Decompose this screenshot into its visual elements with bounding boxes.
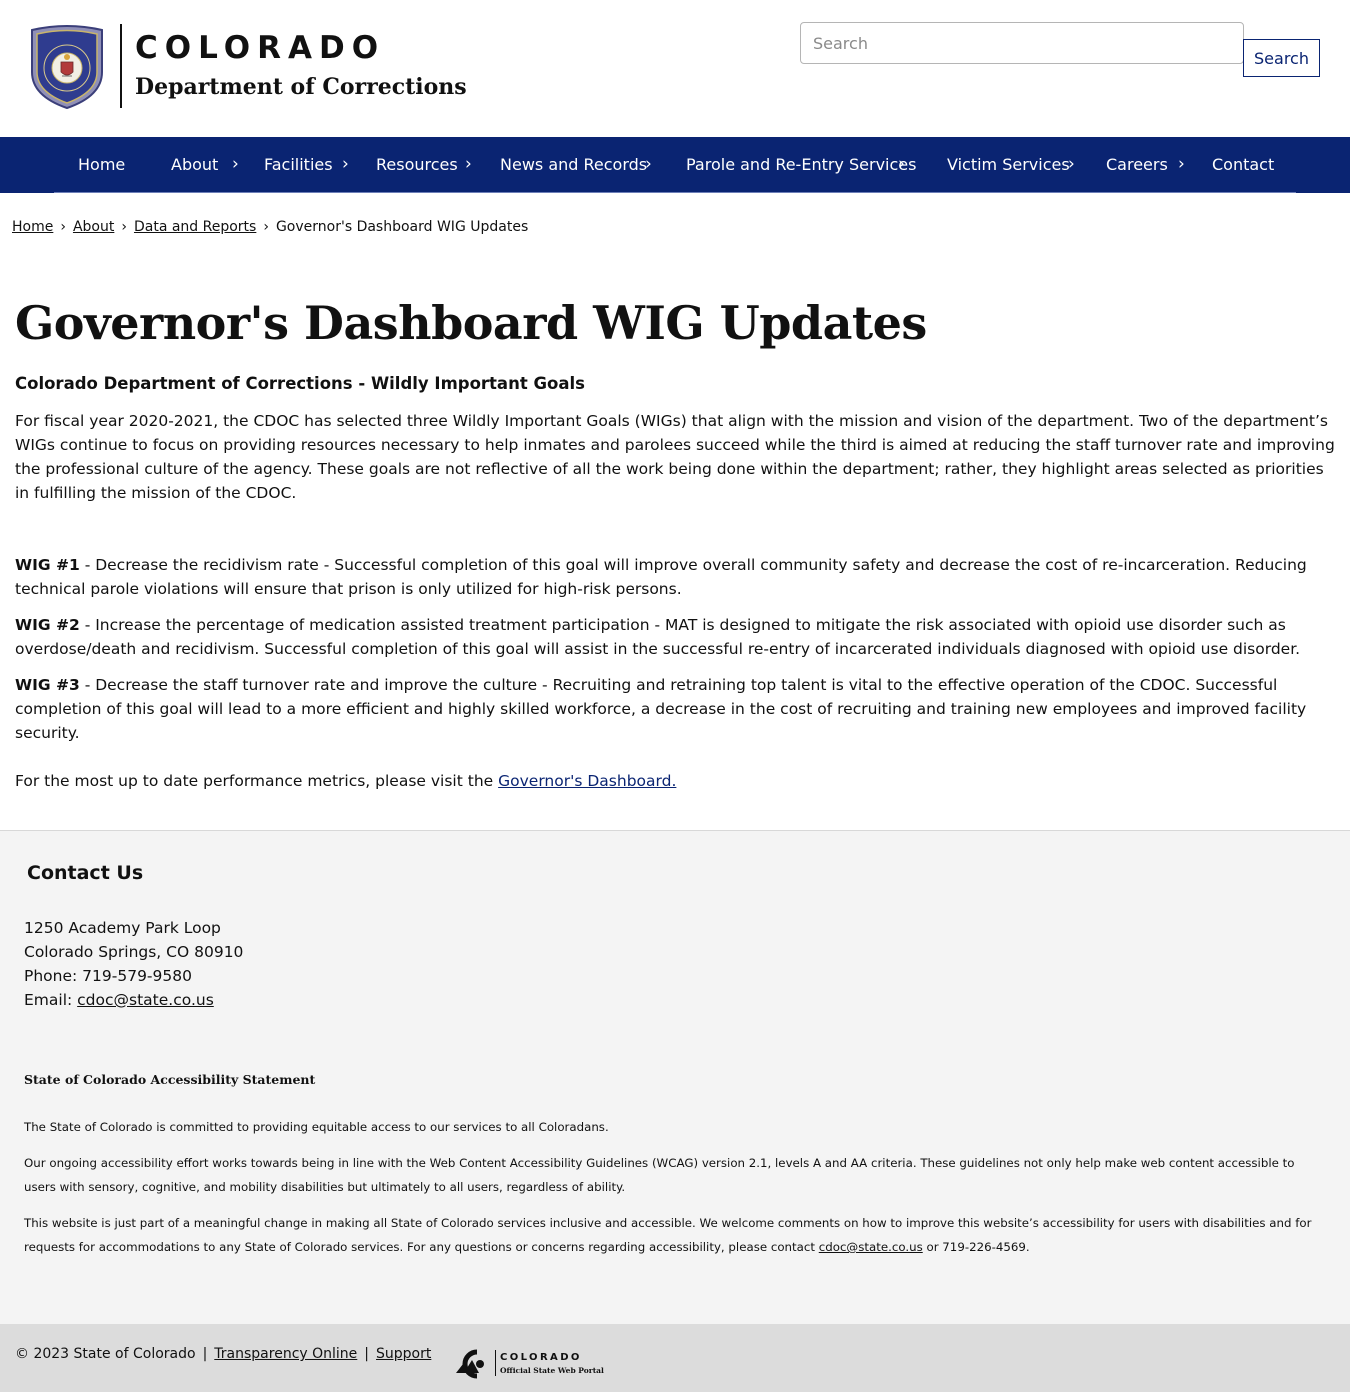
accessibility-paragraph-1: The State of Colorado is committed to pr…: [24, 1120, 609, 1134]
portal-name[interactable]: COLORADO: [500, 1352, 582, 1363]
wig-2-label: WIG #2: [15, 616, 80, 634]
breadcrumb-current: Governor's Dashboard WIG Updates: [275, 219, 529, 235]
wig-2-text: - Increase the percentage of medication …: [15, 616, 1301, 658]
portal-subtitle[interactable]: Official State Web Portal: [500, 1366, 604, 1375]
intro-paragraph: For fiscal year 2020-2021, the CDOC has …: [15, 412, 1335, 502]
wig-1-label: WIG #1: [15, 556, 80, 574]
chevron-right-icon[interactable]: ›: [645, 137, 652, 193]
metrics-paragraph: For the most up to date performance metr…: [15, 769, 1340, 793]
wig-3-paragraph: WIG #3 - Decrease the staff turnover rat…: [15, 673, 1340, 745]
accessibility-email-link[interactable]: cdoc@state.co.us: [819, 1240, 923, 1254]
nav-item-careers[interactable]: Careers: [1106, 137, 1168, 193]
breadcrumb-about[interactable]: About: [73, 219, 114, 235]
pipe-separator: |: [364, 1346, 370, 1362]
contact-heading: Contact Us: [27, 862, 144, 884]
accessibility-paragraph-2: Our ongoing accessibility effort works t…: [24, 1156, 1295, 1194]
pipe-separator: |: [202, 1346, 208, 1362]
acc-p3-text: This website is just part of a meaningfu…: [24, 1216, 1312, 1254]
breadcrumb: Home › About › Data and Reports › Governor's D…: [12, 219, 528, 235]
chevron-right-icon[interactable]: ›: [232, 137, 239, 193]
page-subtitle: Colorado Department of Corrections - Wil…: [15, 374, 585, 393]
chevron-right-icon[interactable]: ›: [898, 137, 905, 193]
support-link[interactable]: Support: [376, 1346, 431, 1362]
portal-divider: [495, 1350, 496, 1376]
breadcrumb-home[interactable]: Home: [12, 219, 53, 235]
governors-dashboard-link[interactable]: Governor's Dashboard.: [498, 772, 676, 790]
breadcrumb-separator: ›: [60, 219, 66, 235]
breadcrumb-separator: ›: [121, 219, 127, 235]
cdoc-seal-icon[interactable]: [28, 24, 106, 110]
accessibility-heading: State of Colorado Accessibility Statemen…: [24, 1072, 316, 1087]
wig-1-paragraph: WIG #1 - Decrease the recidivism rate - …: [15, 553, 1340, 601]
logo-department-name[interactable]: Department of Corrections: [135, 74, 467, 100]
address-line-2: Colorado Springs, CO 80910: [24, 943, 244, 961]
metrics-text: For the most up to date performance metr…: [15, 772, 499, 790]
nav-item-resources[interactable]: Resources: [376, 137, 458, 193]
breadcrumb-separator: ›: [263, 219, 269, 235]
wig-2-paragraph: WIG #2 - Increase the percentage of medi…: [15, 613, 1340, 661]
nav-item-facilities[interactable]: Facilities: [264, 137, 333, 193]
footer-legal: © 2023 State of Colorado | Transparency On…: [15, 1346, 431, 1362]
contact-email-link[interactable]: cdoc@state.co.us: [77, 991, 214, 1009]
contact-email-line: Email: cdoc@state.co.us: [24, 988, 214, 1012]
page-title: Governor's Dashboard WIG Updates: [15, 296, 927, 350]
nav-item-parole-reentry[interactable]: Parole and Re-Entry Services: [686, 137, 916, 193]
nav-item-victim-services[interactable]: Victim Services: [947, 137, 1070, 193]
acc-p3-phone: or 719-226-4569.: [922, 1240, 1030, 1254]
nav-item-news-and-records[interactable]: News and Records: [500, 137, 647, 193]
copyright-text: © 2023 State of Colorado: [15, 1346, 196, 1362]
wig-3-text: - Decrease the staff turnover rate and i…: [15, 676, 1307, 742]
nav-item-home[interactable]: Home: [78, 137, 125, 193]
breadcrumb-data-and-reports[interactable]: Data and Reports: [134, 219, 256, 235]
nav-item-about[interactable]: About: [171, 137, 218, 193]
chevron-right-icon[interactable]: ›: [1068, 137, 1075, 193]
search-button[interactable]: Search: [1243, 39, 1320, 77]
wig-1-text: - Decrease the recidivism rate - Success…: [15, 556, 1307, 598]
chevron-right-icon[interactable]: ›: [465, 137, 472, 193]
colorado-c-logo-icon[interactable]: [455, 1349, 495, 1379]
logo-divider: [120, 24, 122, 108]
contact-phone: Phone: 719-579-9580: [24, 967, 192, 985]
address-line-1: 1250 Academy Park Loop: [24, 919, 221, 937]
logo-state-name[interactable]: COLORADO: [135, 30, 385, 66]
chevron-right-icon[interactable]: ›: [1178, 137, 1185, 193]
search-input[interactable]: [800, 22, 1244, 64]
nav-item-contact[interactable]: Contact: [1212, 137, 1274, 193]
chevron-right-icon[interactable]: ›: [342, 137, 349, 193]
site-header: [0, 0, 1350, 137]
transparency-online-link[interactable]: Transparency Online: [214, 1346, 357, 1362]
email-label: Email:: [24, 991, 78, 1009]
accessibility-paragraph-3: This website is just part of a meaningfu…: [24, 1211, 1324, 1259]
wig-3-label: WIG #3: [15, 676, 80, 694]
